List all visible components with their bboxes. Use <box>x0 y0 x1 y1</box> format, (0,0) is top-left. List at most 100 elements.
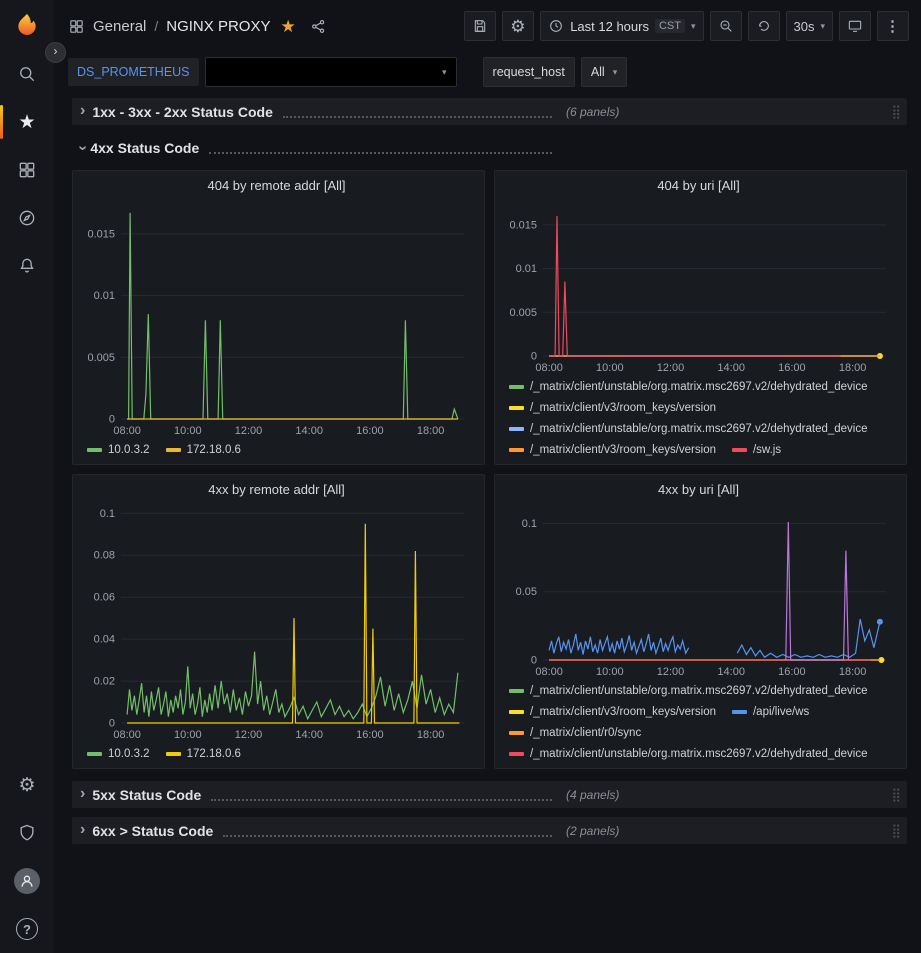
row-title: 5xx Status Code <box>92 787 201 803</box>
save-dashboard-button[interactable] <box>464 11 496 41</box>
legend-swatch <box>509 427 524 431</box>
sidebar-toggle-chevron[interactable]: › <box>45 42 66 63</box>
breadcrumb: General / NGINX PROXY ★ <box>68 18 327 35</box>
legend-label: /api/live/ws <box>753 706 809 718</box>
row-header-left: › 5xx Status Code <box>78 786 556 804</box>
svg-text:14:00: 14:00 <box>295 425 323 437</box>
dotted-leader <box>223 825 552 837</box>
time-range-picker[interactable]: Last 12 hours CST ▾ <box>540 11 703 41</box>
svg-text:0.08: 0.08 <box>94 550 115 562</box>
svg-text:10:00: 10:00 <box>596 362 624 374</box>
user-avatar[interactable] <box>0 857 54 905</box>
legend-label: /_matrix/client/unstable/org.matrix.msc2… <box>530 381 868 393</box>
svg-text:18:00: 18:00 <box>417 729 445 741</box>
dashboard-settings-button[interactable]: ⚙ <box>502 11 534 41</box>
time-series-chart[interactable]: 00.0050.010.01508:0010:0012:0014:0016:00… <box>501 195 896 374</box>
legend-item[interactable]: /_matrix/client/v3/room_keys/version <box>509 439 716 460</box>
svg-text:18:00: 18:00 <box>839 362 867 374</box>
svg-text:08:00: 08:00 <box>113 425 141 437</box>
monitor-icon <box>847 18 863 34</box>
legend-item[interactable]: 172.18.0.6 <box>166 439 241 460</box>
row-5xx[interactable]: › 5xx Status Code (4 panels) ⣿ <box>72 781 907 808</box>
time-series-chart[interactable]: 00.0050.010.01508:0010:0012:0014:0016:00… <box>79 195 474 437</box>
dashboard-body: › 1xx - 3xx - 2xx Status Code (6 panels)… <box>54 92 921 953</box>
legend-item[interactable]: /_matrix/client/r0/sync <box>509 722 641 743</box>
chart-legend: 10.0.3.2 172.18.0.6 <box>87 743 474 764</box>
variable-label-request-host[interactable]: request_host <box>483 57 575 87</box>
chevron-down-icon: ▾ <box>613 68 618 77</box>
time-range-label: Last 12 hours <box>570 19 649 34</box>
legend-label: 172.18.0.6 <box>187 748 241 760</box>
legend-item[interactable]: /sw.js <box>732 439 781 460</box>
legend-label: /_matrix/client/v3/room_keys/version <box>530 402 716 414</box>
security-shield-icon[interactable] <box>0 809 54 857</box>
refresh-button[interactable] <box>748 11 780 41</box>
share-icon[interactable] <box>310 18 327 35</box>
chevron-down-icon: ▾ <box>820 22 825 31</box>
refresh-interval-dropdown[interactable]: 30s ▾ <box>786 11 834 41</box>
legend-item[interactable]: /_matrix/client/v3/room_keys/version <box>509 397 716 418</box>
row-title: 1xx - 3xx - 2xx Status Code <box>92 104 273 120</box>
grafana-logo[interactable] <box>0 0 54 50</box>
request-host-select[interactable]: All ▾ <box>581 57 627 87</box>
sidebar: ★ ⚙ ? <box>0 0 54 953</box>
svg-text:14:00: 14:00 <box>717 666 745 678</box>
row-4xx[interactable]: › 4xx Status Code <box>72 134 907 161</box>
kebab-menu-button[interactable]: ⋮ <box>877 11 909 41</box>
legend-item[interactable]: /_matrix/client/unstable/org.matrix.msc2… <box>509 743 868 764</box>
favorite-star-icon[interactable]: ★ <box>280 18 295 35</box>
svg-text:12:00: 12:00 <box>657 666 685 678</box>
panel-title[interactable]: 4xx by uri [All] <box>501 482 896 497</box>
legend-swatch <box>732 448 747 452</box>
clock-icon <box>548 18 564 34</box>
panel-title[interactable]: 404 by uri [All] <box>501 178 896 193</box>
cycle-view-button[interactable] <box>839 11 871 41</box>
zoom-out-button[interactable] <box>710 11 742 41</box>
time-series-chart[interactable]: 00.020.040.060.080.108:0010:0012:0014:00… <box>79 499 474 741</box>
svg-text:0.015: 0.015 <box>509 219 537 231</box>
row-drag-handle[interactable]: ⣿ <box>891 788 901 801</box>
legend-item[interactable]: 172.18.0.6 <box>166 743 241 764</box>
alerting-bell-icon[interactable] <box>0 242 54 290</box>
svg-text:16:00: 16:00 <box>778 666 806 678</box>
panel-title[interactable]: 404 by remote addr [All] <box>79 178 474 193</box>
legend-item[interactable]: /_matrix/client/unstable/org.matrix.msc2… <box>509 680 868 701</box>
admin-gear-icon[interactable]: ⚙ <box>0 761 54 809</box>
legend-item[interactable]: 10.0.3.2 <box>87 743 150 764</box>
row-drag-handle[interactable]: ⣿ <box>891 824 901 837</box>
legend-label: /_matrix/client/v3/room_keys/version <box>530 444 716 456</box>
row-drag-handle[interactable]: ⣿ <box>891 105 901 118</box>
help-icon[interactable]: ? <box>0 905 54 953</box>
variable-label-ds-prometheus[interactable]: DS_PROMETHEUS <box>68 58 199 86</box>
legend-item[interactable]: /api/live/ws <box>732 701 809 722</box>
question-mark-icon: ? <box>16 918 38 940</box>
legend-item[interactable]: /_matrix/client/v3/room_keys/version <box>509 701 716 722</box>
svg-text:0.04: 0.04 <box>94 634 115 646</box>
dotted-leader <box>283 106 552 118</box>
legend-swatch <box>166 448 181 452</box>
breadcrumb-folder[interactable]: General <box>93 18 146 35</box>
dashboards-grid-icon[interactable] <box>0 146 54 194</box>
svg-text:08:00: 08:00 <box>535 666 563 678</box>
chart-legend: /_matrix/client/unstable/org.matrix.msc2… <box>509 376 896 460</box>
svg-text:16:00: 16:00 <box>356 425 384 437</box>
explore-compass-icon[interactable] <box>0 194 54 242</box>
grafana-flame-icon <box>14 12 40 38</box>
svg-text:18:00: 18:00 <box>417 425 445 437</box>
floppy-save-icon <box>472 18 488 34</box>
dashboard-title[interactable]: NGINX PROXY <box>166 18 270 35</box>
starred-nav-icon[interactable]: ★ <box>0 98 54 146</box>
time-series-chart[interactable]: 00.050.108:0010:0012:0014:0016:0018:00 <box>501 499 896 678</box>
legend-swatch <box>166 752 181 756</box>
row-6xx[interactable]: › 6xx > Status Code (2 panels) ⣿ <box>72 817 907 844</box>
gear-icon: ⚙ <box>510 18 525 35</box>
svg-text:10:00: 10:00 <box>596 666 624 678</box>
legend-item[interactable]: /_matrix/client/unstable/org.matrix.msc2… <box>509 418 868 439</box>
legend-item[interactable]: /_matrix/client/unstable/org.matrix.msc2… <box>509 376 868 397</box>
row-1xx-3xx-2xx[interactable]: › 1xx - 3xx - 2xx Status Code (6 panels)… <box>72 98 907 125</box>
datasource-select[interactable]: ▾ <box>205 57 457 87</box>
panels-grid: 404 by remote addr [All] 00.0050.010.015… <box>72 170 907 769</box>
legend-label: /_matrix/client/unstable/org.matrix.msc2… <box>530 423 868 435</box>
legend-item[interactable]: 10.0.3.2 <box>87 439 150 460</box>
panel-title[interactable]: 4xx by remote addr [All] <box>79 482 474 497</box>
